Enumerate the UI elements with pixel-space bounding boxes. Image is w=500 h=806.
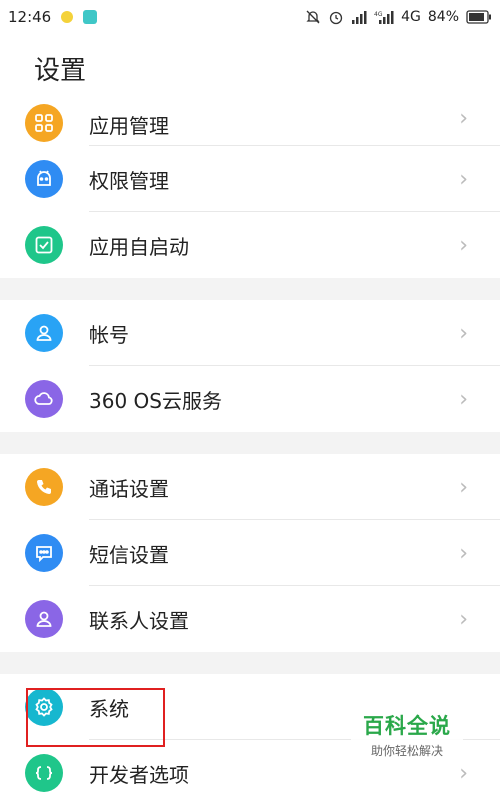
settings-item-account[interactable]: 帐号 › (0, 300, 500, 366)
chevron-right-icon: › (459, 760, 468, 786)
settings-item-label: 应用自启动 (89, 234, 189, 259)
settings-item-cloud-service[interactable]: 360 OS云服务 › (0, 366, 500, 432)
settings-item-label: 短信设置 (89, 542, 169, 567)
cloud-icon (25, 380, 63, 418)
settings-item-call-settings[interactable]: 通话设置 › (0, 454, 500, 520)
code-icon (25, 754, 63, 792)
contact-icon (25, 600, 63, 638)
settings-item-contact-settings[interactable]: 联系人设置 › (0, 586, 500, 652)
watermark-title: 百科全说 (363, 713, 451, 738)
settings-item-app-autostart[interactable]: 应用自启动 › (0, 212, 500, 278)
chevron-right-icon: › (459, 106, 468, 131)
scan-app-icon (83, 10, 98, 24)
signal-4g-icon: 4G (374, 11, 394, 24)
notification-app-icon (61, 11, 74, 23)
highlight-box (26, 688, 165, 747)
settings-item-label: 联系人设置 (89, 608, 189, 633)
chevron-right-icon: › (459, 320, 468, 346)
chevron-right-icon: › (459, 386, 468, 412)
settings-item-sms-settings[interactable]: 短信设置 › (0, 520, 500, 586)
settings-item-label: 通话设置 (89, 476, 169, 501)
chevron-right-icon: › (459, 166, 468, 192)
section-separator (0, 652, 500, 674)
watermark-subtitle: 助你轻松解决 (370, 743, 443, 758)
user-icon (25, 314, 63, 352)
signal-icon (352, 11, 367, 24)
watermark: 百科全说 助你轻松解决 (351, 705, 463, 763)
settings-item-label: 应用管理 (89, 114, 169, 138)
status-bar: 12:46 4G 4G 84% (0, 0, 500, 34)
mute-bell-icon (306, 10, 320, 24)
section-separator (0, 278, 500, 300)
network-type: 4G (401, 9, 421, 25)
battery-icon (466, 10, 491, 24)
settings-item-label: 开发者选项 (89, 762, 189, 787)
alarm-icon (329, 11, 343, 25)
settings-item-label: 帐号 (89, 322, 129, 347)
battery-percent: 84% (427, 9, 459, 25)
phone-icon (25, 468, 63, 506)
page-title: 设置 (34, 56, 87, 86)
svg-text:4G: 4G (374, 11, 383, 18)
section-separator (0, 432, 500, 454)
message-icon (25, 534, 63, 572)
settings-item-label: 360 OS云服务 (89, 388, 222, 413)
chevron-right-icon: › (459, 540, 468, 566)
chevron-right-icon: › (459, 606, 468, 632)
settings-item-permission-management[interactable]: 权限管理 › (0, 146, 500, 212)
settings-item-label: 权限管理 (89, 168, 169, 193)
android-icon (25, 160, 63, 198)
chevron-right-icon: › (459, 474, 468, 500)
settings-item-app-management[interactable]: 应用管理 › (0, 100, 500, 146)
chevron-right-icon: › (459, 232, 468, 258)
status-time: 12:46 (8, 8, 52, 26)
grid-icon (25, 104, 63, 142)
checkbox-icon (25, 226, 63, 264)
